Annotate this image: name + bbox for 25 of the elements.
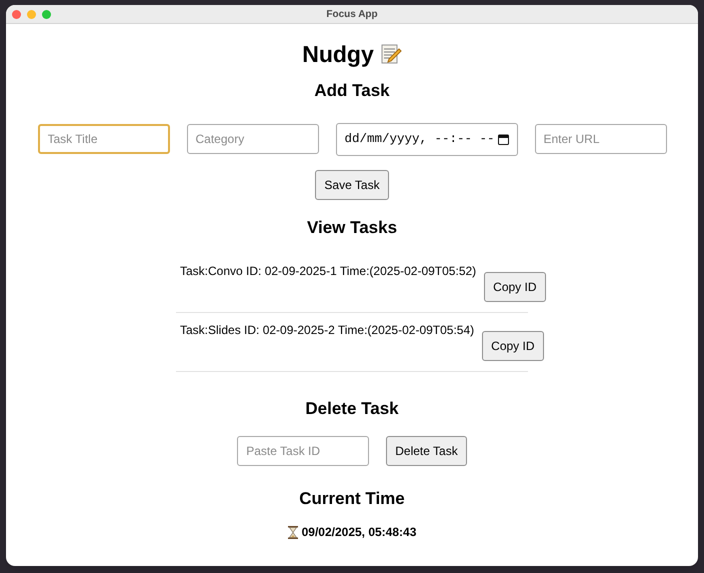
close-button[interactable]	[12, 10, 21, 18]
date-time-field[interactable]: dd/mm/yyyy, --:-- --	[336, 122, 518, 156]
zoom-button[interactable]	[42, 10, 51, 18]
task-id-field[interactable]: Paste Task ID	[237, 436, 370, 466]
task-text: Task:Slides ID: 02-09-2025-2 Time:(2025-02-09T05:54)	[180, 322, 474, 339]
app-title: Nudgy	[302, 40, 374, 69]
window-title: Focus App	[326, 8, 378, 22]
minimize-button[interactable]	[27, 10, 36, 18]
text-field[interactable]: Task Title	[38, 124, 170, 154]
text-field[interactable]: Category	[186, 124, 318, 154]
task-text: Task:Convo ID: 02-09-2025-1 Time:(2025-02-09T05:52)	[180, 263, 476, 280]
calendar-icon[interactable]	[498, 134, 508, 144]
memo-icon	[380, 43, 402, 65]
text-field[interactable]: Enter URL	[534, 124, 666, 154]
current-time-value: 09/02/2025, 05:48:43	[302, 524, 416, 541]
hourglass-icon	[288, 526, 298, 538]
section-heading: Add Task	[314, 80, 390, 102]
section-heading: Delete Task	[305, 398, 399, 420]
delete-task-button[interactable]: Delete Task	[386, 436, 467, 466]
date-time-placeholder: dd/mm/yyyy, --:-- --	[344, 130, 495, 148]
section-heading: View Tasks	[306, 216, 398, 238]
save-task-button[interactable]: Save Task	[315, 170, 389, 200]
section-heading: Current Time	[299, 488, 405, 510]
copy-id-button[interactable]: Copy ID	[484, 272, 546, 302]
copy-id-button[interactable]: Copy ID	[482, 331, 544, 361]
